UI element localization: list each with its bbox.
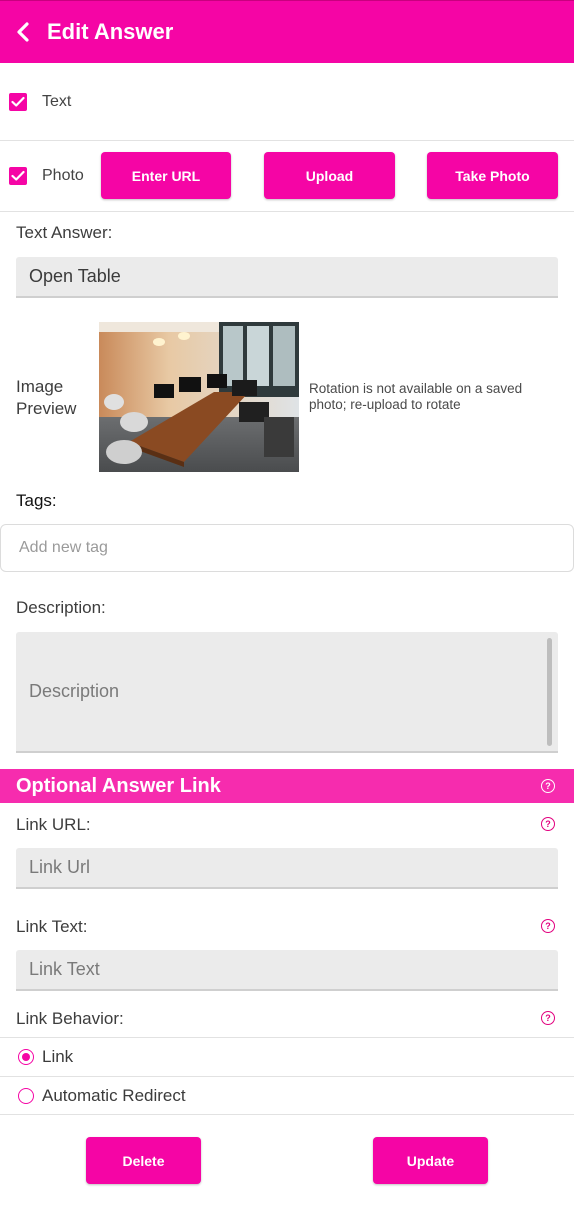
link-url-input[interactable]: Link Url: [16, 848, 558, 889]
description-textarea[interactable]: Description: [16, 632, 558, 753]
description-scrollbar[interactable]: [547, 638, 552, 746]
delete-button[interactable]: Delete: [86, 1137, 201, 1184]
text-checkbox[interactable]: [9, 92, 27, 111]
update-button[interactable]: Update: [373, 1137, 488, 1184]
enter-url-button[interactable]: Enter URL: [101, 152, 231, 199]
photo-option-label: Photo: [42, 167, 84, 184]
radio-redirect[interactable]: [18, 1087, 34, 1104]
office-photo: [99, 322, 299, 472]
image-preview-label-line1: Image: [16, 377, 64, 396]
link-url-label: Link URL:: [16, 815, 91, 834]
link-behavior-label: Link Behavior:: [16, 1009, 124, 1028]
check-icon: [11, 96, 25, 107]
radio-link-label: Link: [42, 1047, 74, 1066]
radio-link[interactable]: [18, 1049, 34, 1065]
upload-button[interactable]: Upload: [264, 152, 395, 199]
header-bar: Edit Answer: [0, 0, 574, 63]
link-text-label: Link Text:: [16, 917, 88, 936]
link-behavior-option-redirect[interactable]: Automatic Redirect: [0, 1076, 574, 1115]
page-title: Edit Answer: [47, 19, 174, 44]
back-button[interactable]: [0, 1, 46, 64]
link-behavior-option-link[interactable]: Link: [0, 1037, 574, 1076]
tag-input[interactable]: Add new tag: [0, 524, 574, 572]
photo-checkbox[interactable]: [9, 167, 27, 185]
text-answer-input[interactable]: Open Table: [16, 257, 558, 298]
take-photo-button[interactable]: Take Photo: [427, 152, 558, 199]
link-url-help-icon[interactable]: ?: [541, 817, 555, 831]
text-option-label: Text: [42, 92, 72, 110]
image-preview: [99, 322, 299, 472]
link-text-help-icon[interactable]: ?: [541, 919, 555, 933]
text-option-row: Text: [0, 63, 574, 141]
image-preview-label: Image Preview: [16, 376, 76, 420]
section-help-icon[interactable]: ?: [541, 779, 555, 793]
text-answer-label: Text Answer:: [16, 223, 113, 242]
description-label: Description:: [16, 598, 106, 617]
rotation-note: Rotation is not available on a saved pho…: [309, 381, 523, 412]
radio-redirect-label: Automatic Redirect: [42, 1085, 186, 1105]
radio-selected-dot: [22, 1053, 30, 1061]
description-placeholder: Description: [29, 681, 120, 701]
link-behavior-help-icon[interactable]: ?: [541, 1011, 555, 1025]
image-preview-label-line2: Preview: [16, 399, 77, 418]
link-text-input[interactable]: Link Text: [16, 950, 558, 991]
check-icon: [11, 170, 25, 181]
tags-label: Tags:: [16, 491, 57, 510]
section-title: Optional Answer Link: [16, 774, 221, 797]
chevron-left-icon: [17, 22, 29, 42]
optional-link-section-header: Optional Answer Link: [0, 769, 574, 803]
